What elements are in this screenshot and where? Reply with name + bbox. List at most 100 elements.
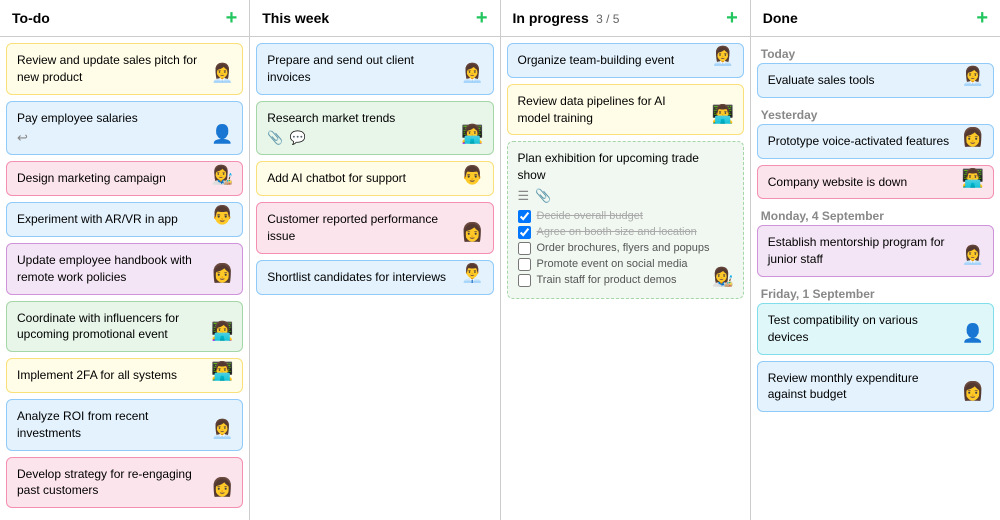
card-t9[interactable]: Develop strategy for re-engaging past cu…	[6, 457, 243, 509]
done-section-label: Friday, 1 September	[757, 283, 994, 303]
checklist-item[interactable]: Agree on booth size and location	[518, 226, 733, 239]
checklist-label: Agree on booth size and location	[537, 226, 697, 238]
column-header: In progress 3 / 5+	[501, 0, 750, 37]
avatar: 👩‍💼	[459, 60, 487, 88]
avatar: 👨‍💼	[459, 260, 487, 288]
card-text: Review and update sales pitch for new pr…	[17, 52, 232, 86]
card-d5[interactable]: Test compatibility on various devices👤	[757, 303, 994, 355]
card-text: Plan exhibition for upcoming trade show	[518, 150, 733, 184]
card-text: Review data pipelines for AI model train…	[518, 93, 733, 127]
card-text: Research market trends	[267, 110, 482, 127]
card-d3[interactable]: Company website is down👨‍💻	[757, 165, 994, 200]
card-text: Experiment with AR/VR in app	[17, 211, 232, 228]
card-icon: ↩	[17, 130, 28, 146]
column-todo: To-do + Review and update sales pitch for …	[0, 0, 250, 520]
checklist-checkbox[interactable]	[518, 258, 531, 271]
card-text: Prepare and send out client invoices	[267, 52, 482, 86]
card-p3[interactable]: Plan exhibition for upcoming trade show ☰…	[507, 141, 744, 299]
checklist-checkbox[interactable]	[518, 242, 531, 255]
card-text: Analyze ROI from recent investments	[17, 408, 232, 442]
avatar: 👨‍💻	[959, 164, 987, 192]
column-title: Done	[763, 10, 798, 26]
column-body: TodayEvaluate sales tools👩‍💼YesterdayPro…	[751, 37, 1000, 520]
checklist-item[interactable]: Promote event on social media	[518, 258, 733, 271]
card-t1[interactable]: Review and update sales pitch for new pr…	[6, 43, 243, 95]
card-text: Organize team-building event	[518, 52, 733, 69]
column-thisweek: This week+Prepare and send out client in…	[250, 0, 500, 520]
column-header: To-do +	[0, 0, 249, 37]
card-icon: 📎	[535, 188, 551, 204]
done-section-label: Monday, 4 September	[757, 205, 994, 225]
checklist-label: Order brochures, flyers and popups	[537, 242, 710, 254]
column-body: Organize team-building event👩‍💼 Review da…	[501, 37, 750, 520]
card-text: Shortlist candidates for interviews	[267, 269, 482, 286]
avatar: 👩‍💼	[208, 416, 236, 444]
column-inprogress: In progress 3 / 5+Organize team-building…	[501, 0, 751, 520]
column-body: Prepare and send out client invoices👩‍💼 R…	[250, 37, 499, 520]
card-t7[interactable]: Implement 2FA for all systems👨‍💻	[6, 358, 243, 393]
card-t8[interactable]: Analyze ROI from recent investments👩‍💼	[6, 399, 243, 451]
card-t4[interactable]: Experiment with AR/VR in app👨	[6, 202, 243, 237]
checklist-checkbox[interactable]	[518, 226, 531, 239]
card-t3[interactable]: Design marketing campaign👩‍🎨	[6, 161, 243, 196]
avatar: 👩‍💻	[459, 120, 487, 148]
avatar: 👩‍🎨	[709, 264, 737, 292]
card-p2[interactable]: Review data pipelines for AI model train…	[507, 84, 744, 136]
card-text: Update employee handbook with remote wor…	[17, 252, 232, 286]
checklist-item[interactable]: Decide overall budget	[518, 210, 733, 223]
card-w1[interactable]: Prepare and send out client invoices👩‍💼	[256, 43, 493, 95]
checklist-checkbox[interactable]	[518, 274, 531, 287]
column-header: Done +	[751, 0, 1000, 37]
card-t2[interactable]: Pay employee salaries ↩ 👤	[6, 101, 243, 156]
card-icons: 📎💬	[267, 130, 482, 146]
checklist-checkbox[interactable]	[518, 210, 531, 223]
column-body: Review and update sales pitch for new pr…	[0, 37, 249, 520]
add-card-button[interactable]: +	[476, 8, 488, 28]
column-title: To-do	[12, 10, 50, 26]
card-text: Test compatibility on various devices	[768, 312, 983, 346]
card-w5[interactable]: Shortlist candidates for interviews👨‍💼	[256, 260, 493, 295]
card-text: Prototype voice-activated features	[768, 133, 983, 150]
card-icons: ☰📎	[518, 188, 733, 204]
avatar: 👨‍💻	[709, 100, 737, 128]
add-card-button[interactable]: +	[726, 8, 738, 28]
add-card-button[interactable]: +	[976, 8, 988, 28]
progress-badge: 3 / 5	[593, 12, 620, 26]
avatar: 👤	[959, 320, 987, 348]
avatar: 👩	[208, 260, 236, 288]
checklist-item[interactable]: Train staff for product demos	[518, 274, 733, 287]
card-w2[interactable]: Research market trends 📎💬👩‍💻	[256, 101, 493, 156]
card-t6[interactable]: Coordinate with influencers for upcoming…	[6, 301, 243, 353]
card-text: Review monthly expenditure against budge…	[768, 370, 983, 404]
avatar: 👨‍💻	[208, 358, 236, 386]
card-d2[interactable]: Prototype voice-activated features👩	[757, 124, 994, 159]
avatar: 👩‍🎨	[208, 161, 236, 189]
column-done: Done+TodayEvaluate sales tools👩‍💼Yesterd…	[751, 0, 1000, 520]
card-d6[interactable]: Review monthly expenditure against budge…	[757, 361, 994, 413]
checklist-label: Train staff for product demos	[537, 274, 677, 286]
card-icons: ↩	[17, 130, 232, 146]
card-text: Pay employee salaries	[17, 110, 232, 127]
avatar: 👤	[208, 120, 236, 148]
checklist-label: Decide overall budget	[537, 210, 643, 222]
card-text: Implement 2FA for all systems	[17, 367, 232, 384]
card-text: Develop strategy for re-engaging past cu…	[17, 466, 232, 500]
column-header: This week+	[250, 0, 499, 37]
card-d1[interactable]: Evaluate sales tools👩‍💼	[757, 63, 994, 98]
avatar: 👩	[208, 473, 236, 501]
card-d4[interactable]: Establish mentorship program for junior …	[757, 225, 994, 277]
done-section-label: Yesterday	[757, 104, 994, 124]
add-card-button[interactable]: +	[226, 8, 238, 28]
avatar: 👩‍💼	[208, 60, 236, 88]
card-w3[interactable]: Add AI chatbot for support👨	[256, 161, 493, 196]
card-p1[interactable]: Organize team-building event👩‍💼	[507, 43, 744, 78]
avatar: 👩‍💼	[709, 43, 737, 71]
card-t5[interactable]: Update employee handbook with remote wor…	[6, 243, 243, 295]
checklist-label: Promote event on social media	[537, 258, 688, 270]
card-w4[interactable]: Customer reported performance issue👩	[256, 202, 493, 254]
avatar: 👨	[208, 202, 236, 230]
card-text: Establish mentorship program for junior …	[768, 234, 983, 268]
checklist-item[interactable]: Order brochures, flyers and popups	[518, 242, 733, 255]
avatar: 👩‍💼	[959, 242, 987, 270]
avatar: 👩‍💻	[208, 317, 236, 345]
